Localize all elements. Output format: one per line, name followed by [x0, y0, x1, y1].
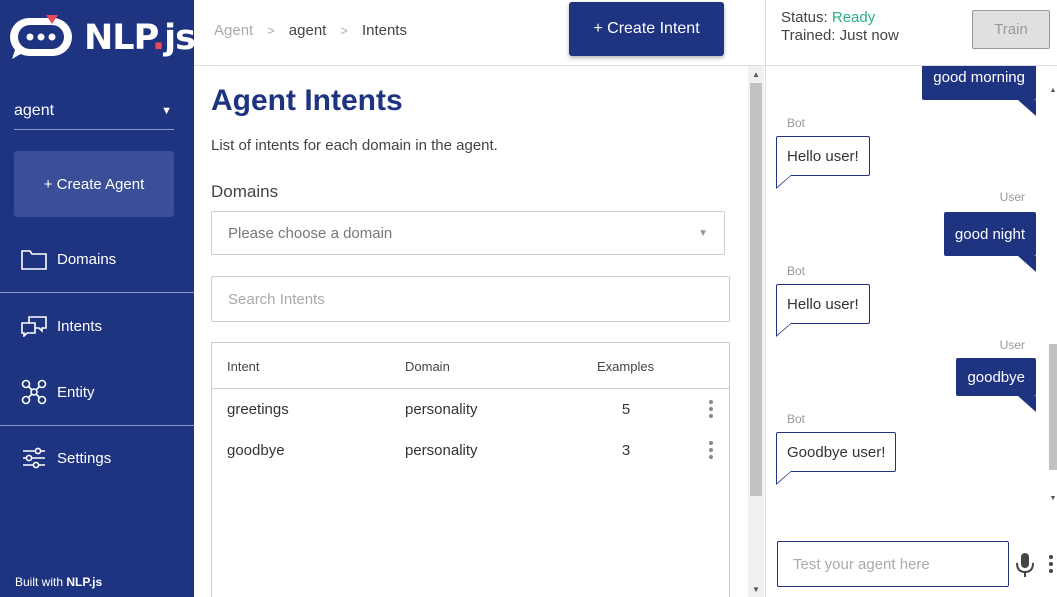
caret-down-icon: ▼: [698, 227, 708, 239]
microphone-icon[interactable]: [1015, 552, 1035, 578]
sidebar-item-settings[interactable]: Settings: [0, 438, 194, 478]
built-with-footer: Built with NLP.js: [15, 575, 103, 589]
scroll-down-icon[interactable]: ▼: [1045, 490, 1057, 506]
cell-domain: personality: [405, 442, 478, 459]
message-sender: Bot: [787, 264, 806, 278]
cell-domain: personality: [405, 401, 478, 418]
network-icon: [21, 379, 47, 405]
message-sender: User: [999, 338, 1025, 352]
create-intent-button[interactable]: + Create Intent: [569, 2, 724, 56]
chat-bubbles-icon: [21, 313, 47, 339]
folder-icon: [21, 246, 47, 272]
sidebar-item-label: Entity: [57, 383, 95, 401]
chat-scrollbar[interactable]: ▲ ▼: [1049, 66, 1057, 506]
sidebar-divider: [0, 425, 194, 426]
agent-select-value: agent: [14, 101, 55, 119]
breadcrumb: Agent > agent > Intents: [214, 22, 407, 39]
sidebar-item-label: Domains: [57, 250, 117, 268]
table-header: Intent Domain Examples: [212, 343, 729, 389]
breadcrumb-item[interactable]: agent: [289, 22, 327, 39]
sliders-icon: [21, 445, 47, 471]
breadcrumb-item[interactable]: Agent: [214, 22, 253, 39]
bot-message: Goodbye user!: [776, 432, 897, 485]
training-status: Status: Ready Trained: Just now: [781, 9, 899, 44]
scroll-up-icon[interactable]: ▲: [748, 66, 764, 82]
cell-intent: goodbye: [227, 442, 285, 459]
cell-intent: greetings: [227, 401, 289, 418]
scroll-down-icon[interactable]: ▼: [748, 581, 764, 597]
sidebar: NLP.js agent ▼ + Create Agent Domains In…: [0, 0, 196, 597]
breadcrumb-item-current: Intents: [361, 22, 407, 39]
status-value: Ready: [831, 9, 876, 26]
chat-panel: Status: Ready Trained: Just now Train go…: [765, 0, 1057, 597]
chevron-right-icon: >: [340, 23, 348, 38]
header-divider: [194, 65, 765, 66]
sidebar-item-domains[interactable]: Domains: [0, 239, 194, 279]
table-row[interactable]: greetings personality 5: [212, 389, 729, 430]
train-button[interactable]: Train: [972, 10, 1050, 49]
app-logo[interactable]: NLP.js: [8, 14, 196, 62]
user-message: goodbye: [956, 358, 1036, 412]
search-intents-input[interactable]: [228, 290, 713, 308]
column-header-domain[interactable]: Domain: [405, 359, 450, 374]
domains-label: Domains: [211, 182, 279, 201]
message-sender: Bot: [787, 412, 806, 426]
bot-message: Hello user!: [776, 284, 870, 337]
cell-examples: 3: [621, 442, 631, 459]
page-description: List of intents for each domain in the a…: [211, 137, 498, 154]
message-sender: Bot: [787, 116, 806, 130]
search-intents-field[interactable]: [211, 276, 730, 322]
sidebar-item-label: Settings: [57, 449, 112, 467]
column-header-examples[interactable]: Examples: [597, 359, 654, 374]
sidebar-item-intents[interactable]: Intents: [0, 306, 194, 346]
domain-select-placeholder: Please choose a domain: [228, 224, 393, 242]
caret-down-icon: ▼: [161, 104, 172, 117]
main-scrollbar[interactable]: ▲ ▼: [748, 66, 764, 597]
chevron-right-icon: >: [267, 23, 275, 38]
main-scrollbar-thumb[interactable]: [750, 83, 762, 496]
domain-select[interactable]: Please choose a domain ▼: [211, 211, 725, 255]
intents-table: Intent Domain Examples greetings persona…: [211, 342, 730, 597]
create-agent-button[interactable]: + Create Agent: [14, 151, 174, 217]
column-header-intent[interactable]: Intent: [227, 359, 260, 374]
logo-wordmark: NLP.js: [84, 18, 196, 58]
sidebar-item-entity[interactable]: Entity: [0, 372, 194, 412]
row-menu-icon[interactable]: [709, 400, 713, 418]
table-row[interactable]: goodbye personality 3: [212, 430, 729, 471]
scroll-up-icon[interactable]: ▲: [1045, 82, 1057, 98]
row-menu-icon[interactable]: [709, 441, 713, 459]
bot-message: Hello user!: [776, 136, 870, 189]
chat-input[interactable]: [793, 555, 993, 573]
logo-chat-icon: [8, 15, 76, 61]
sidebar-divider: [0, 292, 194, 293]
built-with-link[interactable]: NLP.js: [66, 575, 102, 589]
chat-messages: good morning Bot Hello user! User good n…: [766, 66, 1057, 506]
message-sender: User: [999, 190, 1025, 204]
agent-select[interactable]: agent ▼: [14, 92, 174, 130]
chat-menu-icon[interactable]: [1049, 555, 1053, 573]
chat-scrollbar-thumb[interactable]: [1049, 344, 1057, 470]
trained-label: Trained: Just now: [781, 27, 899, 44]
cell-examples: 5: [621, 401, 631, 418]
sidebar-item-label: Intents: [57, 317, 103, 335]
user-message: good night: [943, 212, 1037, 272]
user-message: good morning: [922, 66, 1036, 116]
chat-input-field[interactable]: [777, 541, 1009, 587]
page-title: Agent Intents: [211, 84, 403, 117]
